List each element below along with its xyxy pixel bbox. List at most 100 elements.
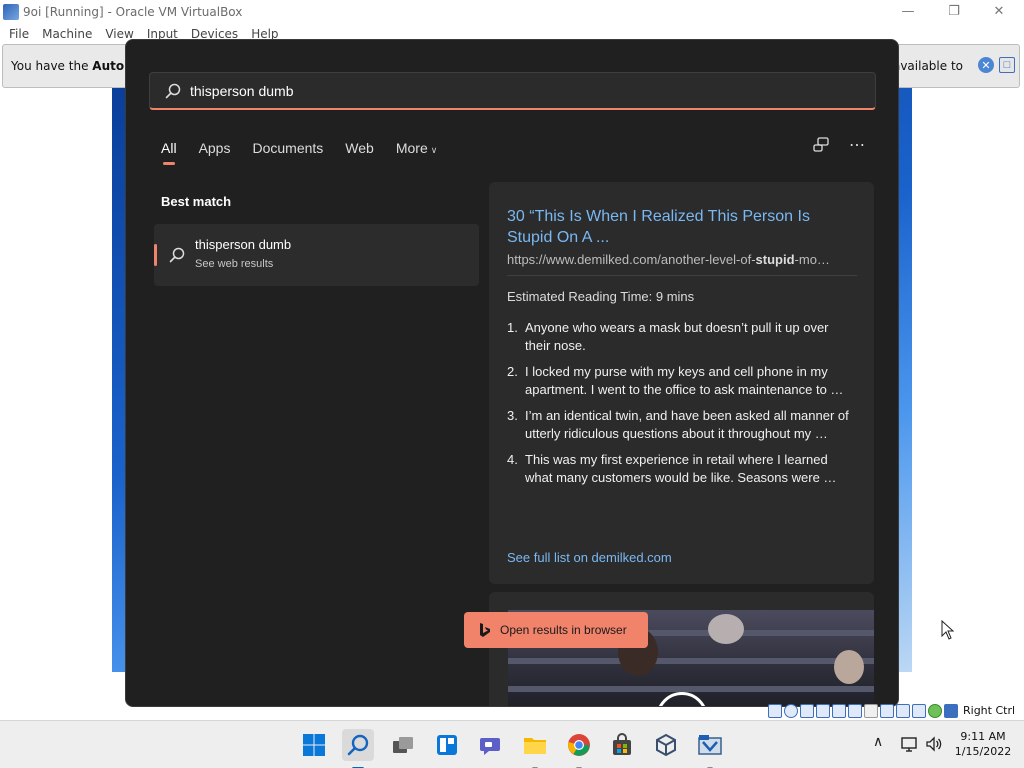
result-url[interactable]: https://www.demilked.com/another-level-o… [507, 252, 857, 267]
web-result-card: 30 “This Is When I Realized This Person … [489, 182, 874, 584]
list-item-number: 2. [507, 364, 518, 379]
tab-more-label: More [395, 140, 428, 156]
web-search-icon [169, 247, 185, 263]
chevron-down-icon: ∨ [430, 145, 438, 155]
shared-folders-icon[interactable] [848, 703, 862, 718]
store-button[interactable] [606, 729, 638, 761]
list-item-number: 4. [507, 452, 518, 467]
notification-prefix: You have the [11, 59, 89, 73]
volume-icon[interactable] [925, 735, 943, 753]
thumb-row [508, 658, 874, 664]
open-results-in-browser-button[interactable]: Open results in browser [464, 612, 648, 648]
more-options-icon[interactable]: ⋯ [847, 135, 867, 155]
mouse-cursor-icon [941, 620, 955, 640]
menu-file[interactable]: File [9, 27, 29, 41]
tab-all[interactable]: All [161, 140, 177, 165]
list-item: 3. I’m an identical twin, and have been … [507, 407, 857, 443]
list-item: 2. I locked my purse with my keys and ce… [507, 363, 857, 399]
reading-time: Estimated Reading Time: 9 mins [507, 289, 695, 304]
hard-disk-icon[interactable] [768, 703, 782, 718]
chat-button[interactable] [474, 729, 506, 761]
list-item-text: Anyone who wears a mask but doesn’t pull… [525, 320, 829, 353]
result-url-prefix: https://www.demilked.com/another-level-o… [507, 252, 756, 267]
network-icon[interactable] [816, 703, 830, 718]
play-icon[interactable] [656, 692, 708, 706]
best-match-heading: Best match [161, 194, 232, 209]
filter-tabs: All Apps Documents Web More ∨ [161, 136, 459, 165]
virtualbox-button[interactable] [694, 729, 726, 768]
list-item-text: I’m an identical twin, and have been ask… [525, 408, 849, 441]
result-url-bold: stupid [755, 252, 795, 267]
file-explorer-icon [524, 738, 546, 754]
file-explorer-button[interactable] [519, 729, 551, 768]
chrome-button[interactable] [563, 729, 595, 768]
search-panel: All Apps Documents Web More∨ ⋯ Best matc… [125, 39, 899, 707]
list-item: 1. Anyone who wears a mask but doesn’t p… [507, 319, 857, 355]
task-view-button[interactable] [387, 729, 419, 761]
tray-overflow-icon[interactable]: ∧ [873, 733, 883, 750]
notification-info-icon[interactable]: ✕ [978, 57, 994, 73]
vbox-status-bar: Right Ctrl [768, 702, 1015, 719]
guest-additions-icon[interactable] [896, 703, 910, 718]
result-title-link[interactable]: 30 “This Is When I Realized This Person … [507, 206, 857, 248]
chat-icon [480, 738, 500, 755]
list-item-text: I locked my purse with my keys and cell … [525, 364, 844, 397]
tab-apps[interactable]: Apps [199, 140, 231, 156]
clock-time: 9:11 AM [960, 730, 1006, 743]
cpu-icon[interactable] [912, 703, 926, 718]
audio-icon[interactable] [800, 703, 814, 718]
thumb-row [508, 686, 874, 692]
chrome-icon [568, 734, 590, 756]
list-item-number: 3. [507, 408, 518, 423]
usb-icon[interactable] [832, 703, 846, 718]
display-icon[interactable] [864, 703, 878, 718]
tab-web[interactable]: Web [345, 140, 374, 156]
video-result-card[interactable] [489, 592, 874, 706]
best-match-item[interactable]: thisperson dumb See web results [154, 224, 479, 286]
keyboard-capture-icon[interactable] [944, 703, 958, 718]
task-view-icon [393, 737, 413, 753]
list-item-text: This was my first experience in retail w… [525, 452, 837, 485]
menu-machine[interactable]: Machine [42, 27, 92, 41]
mouse-integration-icon[interactable] [928, 703, 942, 718]
feedback-glyph-icon [813, 137, 829, 152]
tab-documents[interactable]: Documents [252, 140, 323, 156]
list-item: 4. This was my first experience in retai… [507, 451, 857, 487]
widgets-button[interactable] [431, 729, 463, 761]
result-url-suffix: -mo… [794, 252, 830, 267]
open-browser-label: Open results in browser [500, 623, 627, 637]
start-button[interactable] [298, 729, 330, 761]
close-button[interactable]: ✕ [976, 0, 1022, 23]
window-title: 9oi [Running] - Oracle VM VirtualBox [23, 4, 243, 19]
best-match-subtitle: See web results [195, 258, 274, 270]
result-divider [507, 275, 857, 276]
list-item-number: 1. [507, 320, 518, 335]
host-key-label: Right Ctrl [963, 704, 1016, 717]
video-capture-icon[interactable] [880, 703, 894, 718]
virtualbox-icon [698, 735, 722, 755]
network-icon[interactable] [900, 735, 918, 753]
bing-icon [480, 623, 490, 637]
search-icon [347, 734, 369, 756]
see-full-list-link[interactable]: See full list on demilked.com [507, 550, 672, 565]
store-icon [613, 733, 631, 755]
optical-drive-icon[interactable] [784, 703, 798, 718]
search-box[interactable] [149, 72, 876, 110]
search-icon [165, 83, 181, 98]
taskbar: ∧ 9:11 AM 1/15/2022 [0, 720, 1024, 768]
maximize-button[interactable]: ❐ [931, 0, 977, 23]
minimize-button[interactable]: — [885, 0, 931, 23]
taskbar-clock[interactable]: 9:11 AM 1/15/2022 [950, 729, 1016, 759]
widgets-icon [437, 735, 457, 755]
share-feedback-icon[interactable] [811, 135, 831, 155]
taskbar-search-button[interactable] [342, 729, 374, 768]
tab-more[interactable]: More ∨ [396, 140, 438, 156]
thumb-figure [708, 614, 744, 644]
result-list: 1. Anyone who wears a mask but doesn’t p… [507, 319, 857, 495]
search-input[interactable] [190, 82, 790, 99]
virtualbox-guest-button[interactable] [650, 729, 682, 761]
thumb-figure [834, 650, 864, 684]
vbox-titlebar: 9oi [Running] - Oracle VM VirtualBox — ❐… [0, 0, 1024, 23]
notification-mouse-icon[interactable]: □ [999, 57, 1015, 73]
clock-date: 1/15/2022 [954, 745, 1012, 758]
